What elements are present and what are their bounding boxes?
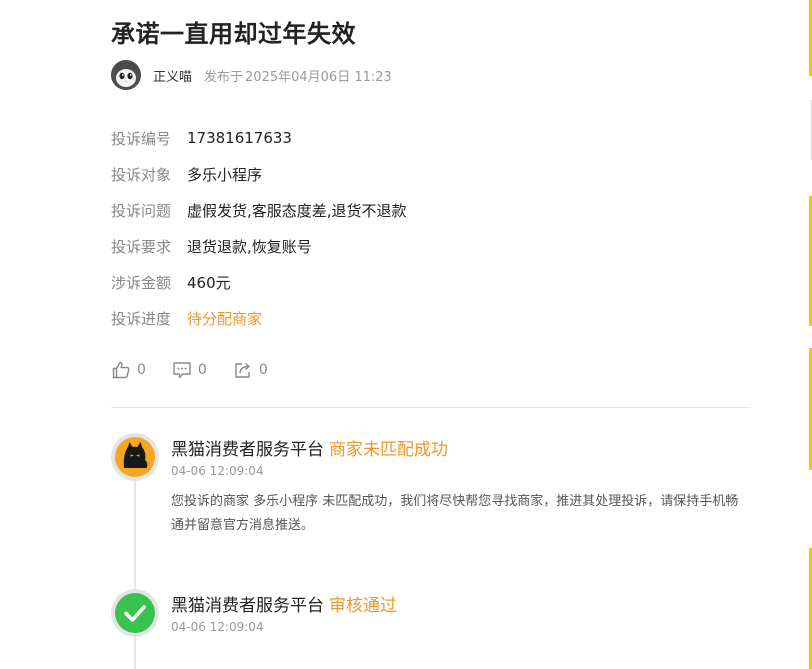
timeline-content: 您投诉的商家 多乐小程序 未匹配成功，我们将尽快帮您寻找商家，推进其处理投诉，请…	[171, 494, 739, 533]
avatar[interactable]	[111, 60, 141, 90]
timeline-header: 黑猫消费者服务平台 商家未匹配成功	[171, 435, 448, 460]
share-icon	[235, 362, 250, 378]
detail-label: 投诉编号	[111, 129, 172, 148]
timeline-time: 04-06 12:09:04	[171, 464, 264, 478]
timeline-header: 黑猫消费者服务平台 审核通过	[171, 591, 397, 616]
share-count: 0	[258, 362, 268, 378]
detail-row-target: 投诉对象 多乐小程序	[111, 156, 407, 192]
complaint-details: 投诉编号 17381617633 投诉对象 多乐小程序 投诉问题 虚假发货,客服…	[111, 120, 407, 336]
detail-label: 涉诉金额	[111, 273, 172, 292]
cat-avatar-icon	[111, 60, 141, 90]
detail-label: 投诉要求	[111, 237, 172, 256]
like-count: 0	[137, 362, 146, 378]
author-name[interactable]: 正义喵	[153, 66, 192, 85]
timeline-icon	[111, 433, 159, 481]
complaint-target: 多乐小程序	[187, 165, 263, 184]
share-button[interactable]: 0	[233, 360, 268, 380]
detail-row-progress: 投诉进度 待分配商家	[111, 300, 407, 336]
thumbs-up-icon	[112, 361, 130, 379]
like-button[interactable]: 0	[111, 360, 146, 380]
timeline-status: 商家未匹配成功	[329, 440, 448, 460]
detail-row-demand: 投诉要求 退货退款,恢复账号	[111, 228, 407, 264]
publish-label: 发布于	[204, 69, 244, 85]
publish-time: 2025年04月06日 11:23	[245, 69, 392, 85]
author-row: 正义喵 发布于 2025年04月06日 11:23	[111, 60, 392, 90]
detail-row-issue: 投诉问题 虚假发货,客服态度差,退货不退款	[111, 192, 407, 228]
detail-label: 投诉对象	[111, 165, 172, 184]
timeline-source: 黑猫消费者服务平台	[171, 440, 324, 460]
section-divider	[111, 407, 751, 408]
timeline-status: 审核通过	[329, 596, 397, 616]
complaint-title: 承诺一直用却过年失效	[111, 20, 356, 48]
timeline-source: 黑猫消费者服务平台	[171, 596, 324, 616]
detail-label: 投诉问题	[111, 201, 172, 220]
complaint-demand: 退货退款,恢复账号	[187, 237, 312, 256]
timeline-connector	[134, 470, 136, 669]
complaint-progress-status: 待分配商家	[187, 309, 263, 328]
black-cat-icon	[115, 437, 155, 477]
timeline-icon	[111, 589, 159, 637]
timeline-time: 04-06 12:09:04	[171, 620, 264, 634]
complaint-issue: 虚假发货,客服态度差,退货不退款	[187, 201, 407, 220]
detail-row-amount: 涉诉金额 460元	[111, 264, 407, 300]
detail-row-complaint-id: 投诉编号 17381617633	[111, 120, 407, 156]
action-bar: 0 0 0	[111, 358, 294, 382]
detail-label: 投诉进度	[111, 309, 172, 328]
comment-icon	[173, 362, 191, 379]
complaint-id: 17381617633	[187, 129, 292, 147]
check-circle-icon	[115, 593, 155, 633]
complaint-amount: 460元	[187, 273, 231, 292]
comment-button[interactable]: 0	[172, 360, 207, 380]
comment-count: 0	[197, 362, 207, 378]
